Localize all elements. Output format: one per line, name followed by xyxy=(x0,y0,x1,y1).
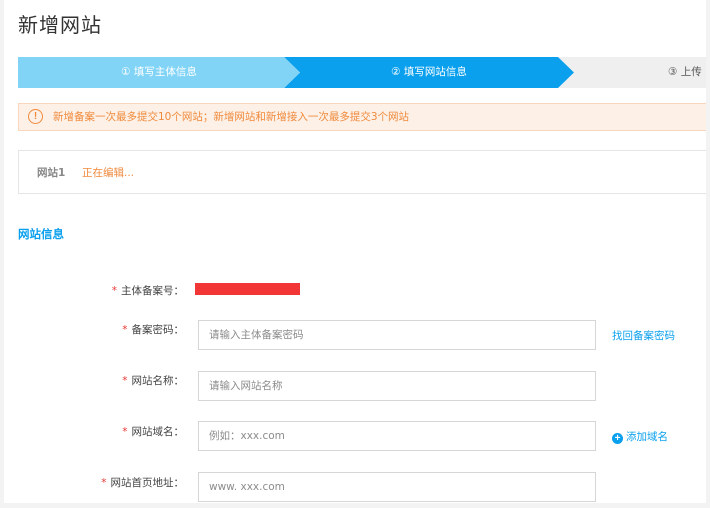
homepage-url-input[interactable] xyxy=(198,472,596,502)
step-label: ③ 上传 xyxy=(668,66,702,78)
section-title: 网站信息 xyxy=(18,227,64,241)
add-domain-label: 添加域名 xyxy=(626,431,668,443)
recover-password-link[interactable]: 找回备案密码 xyxy=(612,328,675,343)
site-domain-input[interactable] xyxy=(198,421,596,451)
record-password-input[interactable] xyxy=(198,320,596,350)
main-panel: 新增网站 ① 填写主体信息 ② 填写网站信息 ③ 上传 ! 新增备案一次最多提交… xyxy=(4,0,706,503)
homepage-url-label: * 网站首页地址： xyxy=(101,475,184,490)
warning-circle-icon: ! xyxy=(28,109,43,124)
record-password-label-text: 备案密码： xyxy=(131,324,185,336)
required-mark: * xyxy=(111,285,117,297)
site-tab-status: 正在编辑... xyxy=(82,167,135,179)
redacted-record-no xyxy=(195,283,300,295)
entity-record-no-label-text: 主体备案号： xyxy=(121,285,184,297)
step-label: ② 填写网站信息 xyxy=(391,66,467,78)
step-upload: ③ 上传 xyxy=(558,57,706,88)
plus-circle-icon: + xyxy=(612,433,623,444)
record-password-label: * 备案密码： xyxy=(122,322,184,337)
required-mark: * xyxy=(122,324,128,336)
entity-record-no-label: * 主体备案号： xyxy=(112,283,184,298)
add-domain-link[interactable]: + 添加域名 xyxy=(612,429,668,444)
notice-text: 新增备案一次最多提交10个网站；新增网站和新增接入一次最多提交3个网站 xyxy=(53,111,410,123)
site-name-input[interactable] xyxy=(198,371,596,401)
steps-bar: ① 填写主体信息 ② 填写网站信息 ③ 上传 xyxy=(18,57,706,88)
notice-banner: ! 新增备案一次最多提交10个网站；新增网站和新增接入一次最多提交3个网站 xyxy=(18,103,706,131)
site-domain-label: * 网站域名： xyxy=(122,424,184,439)
required-mark: * xyxy=(122,375,128,387)
site-tab-label: 网站1 xyxy=(37,167,66,179)
required-mark: * xyxy=(122,426,128,438)
step-fill-entity-info: ① 填写主体信息 xyxy=(18,57,300,88)
step-label: ① 填写主体信息 xyxy=(121,66,197,78)
site-domain-label-text: 网站域名： xyxy=(131,426,185,438)
site-tab-card[interactable]: 网站1 正在编辑... xyxy=(18,150,706,194)
site-name-label-text: 网站名称： xyxy=(131,375,185,387)
page-title: 新增网站 xyxy=(18,13,102,37)
step-fill-site-info: ② 填写网站信息 xyxy=(284,57,574,88)
homepage-url-label-text: 网站首页地址： xyxy=(110,477,185,489)
required-mark: * xyxy=(101,477,107,489)
site-name-label: * 网站名称： xyxy=(122,373,184,388)
